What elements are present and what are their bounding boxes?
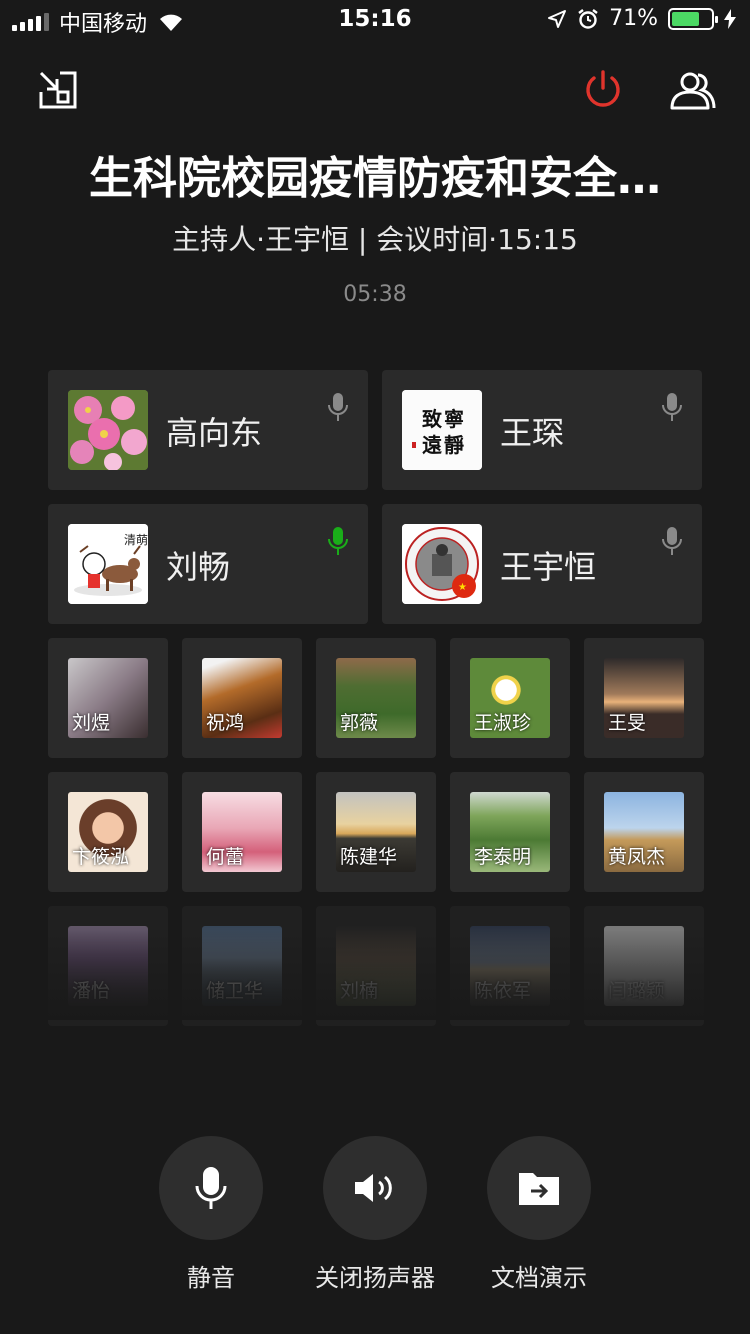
participant-name: 潘怡 xyxy=(72,980,111,1002)
speaker-card[interactable]: 高向东 xyxy=(48,370,368,490)
participant-name: 李泰明 xyxy=(474,846,532,868)
speaker-name: 刘畅 xyxy=(166,548,231,586)
participant-name: 陈建华 xyxy=(340,846,398,868)
folder-share-icon xyxy=(519,1173,559,1205)
participant-tile[interactable]: 祝鸿 xyxy=(182,638,302,758)
svg-text:★: ★ xyxy=(458,582,467,593)
participant-name: 王淑珍 xyxy=(474,712,532,734)
avatar-text: 致 xyxy=(422,407,443,431)
speaker-button[interactable]: 关闭扬声器 xyxy=(310,1136,440,1296)
participant-tile[interactable]: 闫璐颖 xyxy=(584,906,704,1026)
participant-tile[interactable]: 陈建华 xyxy=(316,772,436,892)
speaker-name: 王宇恒 xyxy=(500,548,597,586)
avatar-text: 清萌 xyxy=(124,533,148,547)
participant-tile[interactable]: 李泰明 xyxy=(450,772,570,892)
charging-icon xyxy=(724,8,736,29)
avatar-text: 寧 xyxy=(444,407,464,431)
meeting-subtitle: 主持人·王宇恒 | 会议时间·15:15 xyxy=(172,223,578,256)
share-document-button[interactable]: 文档演示 xyxy=(474,1136,604,1296)
meeting-title: 生科院校园疫情防疫和安全… xyxy=(89,153,661,204)
participant-tile[interactable]: 郭薇 xyxy=(316,638,436,758)
location-icon xyxy=(548,9,567,28)
minimize-button[interactable] xyxy=(30,62,86,118)
participant-name: 何蕾 xyxy=(206,846,245,868)
mute-label: 静音 xyxy=(187,1264,235,1292)
participant-tile[interactable]: 陈依军 xyxy=(450,906,570,1026)
avatar-text: 遠 xyxy=(422,433,442,457)
avatar: 清萌 xyxy=(68,524,148,604)
participant-name: 王旻 xyxy=(608,712,647,734)
participant-name: 储卫华 xyxy=(206,980,264,1002)
participant-name: 刘楠 xyxy=(340,980,379,1002)
carrier-label: 中国移动 xyxy=(59,12,148,37)
participant-tile[interactable]: 王旻 xyxy=(584,638,704,758)
participant-tile[interactable]: 王淑珍 xyxy=(450,638,570,758)
microphone-icon xyxy=(662,393,682,421)
battery-icon xyxy=(668,7,718,30)
microphone-icon xyxy=(662,527,682,555)
status-bar: 中国移动 15:16 71% xyxy=(0,0,750,40)
share-label: 文档演示 xyxy=(491,1264,587,1292)
battery-percent: 71% xyxy=(609,6,658,31)
microphone-active-icon xyxy=(328,527,348,555)
avatar: ★ xyxy=(402,524,482,604)
participant-name: 黄凤杰 xyxy=(608,846,666,868)
minimize-icon xyxy=(39,71,77,109)
participant-name: 卞筱泓 xyxy=(72,846,130,868)
participant-tile[interactable]: 潘怡 xyxy=(48,906,168,1026)
alarm-icon xyxy=(578,8,598,29)
microphone-icon xyxy=(328,393,348,421)
microphone-icon xyxy=(195,1167,227,1209)
speaker-label: 关闭扬声器 xyxy=(315,1264,435,1292)
speaker-name: 王琛 xyxy=(500,414,565,452)
speaker-card[interactable]: 清萌 刘畅 xyxy=(48,504,368,624)
participant-tile[interactable]: 何蕾 xyxy=(182,772,302,892)
participant-name: 郭薇 xyxy=(340,712,379,734)
participant-tile[interactable]: 卞筱泓 xyxy=(48,772,168,892)
avatar: 致 寧 遠 靜 xyxy=(402,390,482,470)
power-icon xyxy=(586,70,620,107)
mute-button[interactable]: 静音 xyxy=(146,1136,276,1296)
wifi-icon xyxy=(160,14,183,31)
speaker-icon xyxy=(355,1174,392,1202)
participant-name: 刘煜 xyxy=(72,712,111,734)
members-icon xyxy=(670,72,716,110)
speaker-name: 高向东 xyxy=(166,414,263,452)
participant-name: 闫璐颖 xyxy=(608,980,666,1002)
avatar xyxy=(68,390,148,470)
participant-tile[interactable]: 黄凤杰 xyxy=(584,772,704,892)
participant-tile[interactable]: 刘煜 xyxy=(48,638,168,758)
end-meeting-button[interactable] xyxy=(575,62,631,118)
participant-tile[interactable]: 储卫华 xyxy=(182,906,302,1026)
members-button[interactable] xyxy=(665,62,721,118)
speaker-card[interactable]: ★ 王宇恒 xyxy=(382,504,702,624)
participant-name: 陈依军 xyxy=(474,980,532,1002)
avatar-text: 靜 xyxy=(444,433,464,457)
signal-icon xyxy=(12,13,49,31)
speaker-card[interactable]: 致 寧 遠 靜 王琛 xyxy=(382,370,702,490)
meeting-duration: 05:38 xyxy=(343,282,407,307)
participant-name: 祝鸿 xyxy=(206,712,245,734)
participant-tile[interactable]: 刘楠 xyxy=(316,906,436,1026)
